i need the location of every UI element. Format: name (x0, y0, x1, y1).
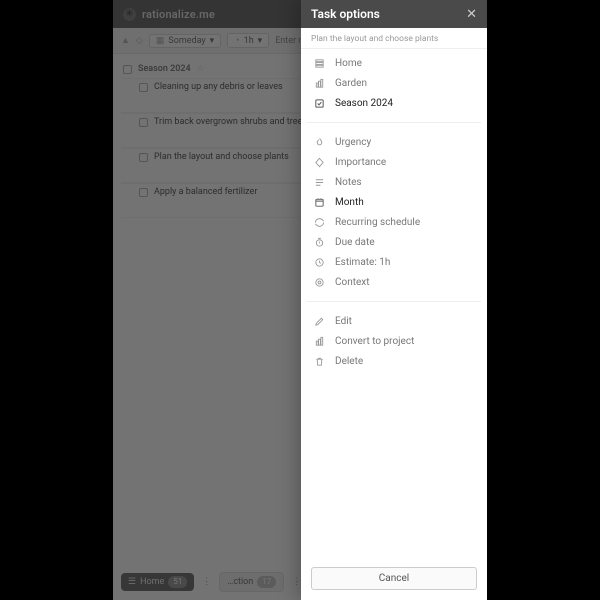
edit-icon (313, 316, 326, 327)
home-icon (313, 58, 326, 69)
divider (307, 122, 481, 123)
importance-icon (313, 157, 326, 168)
option-label: Context (335, 277, 370, 288)
garden-icon (313, 78, 326, 89)
panel-title: Task options (311, 7, 380, 21)
option-estimate[interactable]: Estimate: 1h (305, 252, 483, 272)
notes-icon (313, 177, 326, 188)
panel-options: Urgency Importance Notes Month Recurring sch… (301, 128, 487, 296)
option-label: Due date (335, 237, 375, 248)
option-label: Estimate: 1h (335, 257, 390, 268)
urgency-icon (313, 137, 326, 148)
panel-header: Task options ✕ (301, 0, 487, 28)
option-label: Garden (335, 78, 367, 89)
recurring-icon (313, 217, 326, 228)
action-convert[interactable]: Convert to project (305, 331, 483, 351)
due-icon (313, 237, 326, 248)
parent-season[interactable]: Season 2024 (305, 93, 483, 113)
option-label: Importance (335, 157, 386, 168)
option-label: Delete (335, 356, 363, 367)
panel-parents: Home Garden Season 2024 (301, 49, 487, 117)
option-label: Recurring schedule (335, 217, 420, 228)
option-label: Urgency (335, 137, 371, 148)
estimate-icon (313, 257, 326, 268)
panel-footer: Cancel (301, 558, 487, 600)
task-options-panel: Task options ✕ Plan the layout and choos… (301, 0, 487, 600)
cancel-button[interactable]: Cancel (311, 567, 477, 590)
convert-icon (313, 336, 326, 347)
panel-actions: Edit Convert to project Delete (301, 307, 487, 375)
option-notes[interactable]: Notes (305, 172, 483, 192)
action-delete[interactable]: Delete (305, 351, 483, 371)
option-label: Notes (335, 177, 362, 188)
season-icon (313, 98, 326, 109)
option-due[interactable]: Due date (305, 232, 483, 252)
action-edit[interactable]: Edit (305, 311, 483, 331)
option-label: Month (335, 197, 364, 208)
option-label: Edit (335, 316, 352, 327)
option-urgency[interactable]: Urgency (305, 132, 483, 152)
divider (307, 301, 481, 302)
option-label: Convert to project (335, 336, 414, 347)
option-recurring[interactable]: Recurring schedule (305, 212, 483, 232)
context-icon (313, 277, 326, 288)
option-importance[interactable]: Importance (305, 152, 483, 172)
option-label: Home (335, 58, 362, 69)
close-icon[interactable]: ✕ (466, 8, 477, 21)
parent-garden[interactable]: Garden (305, 73, 483, 93)
parent-home[interactable]: Home (305, 53, 483, 73)
option-month[interactable]: Month (305, 192, 483, 212)
option-context[interactable]: Context (305, 272, 483, 292)
panel-task-name: Plan the layout and choose plants (301, 28, 487, 49)
option-label: Season 2024 (335, 98, 393, 109)
delete-icon (313, 356, 326, 367)
month-icon (313, 197, 326, 208)
